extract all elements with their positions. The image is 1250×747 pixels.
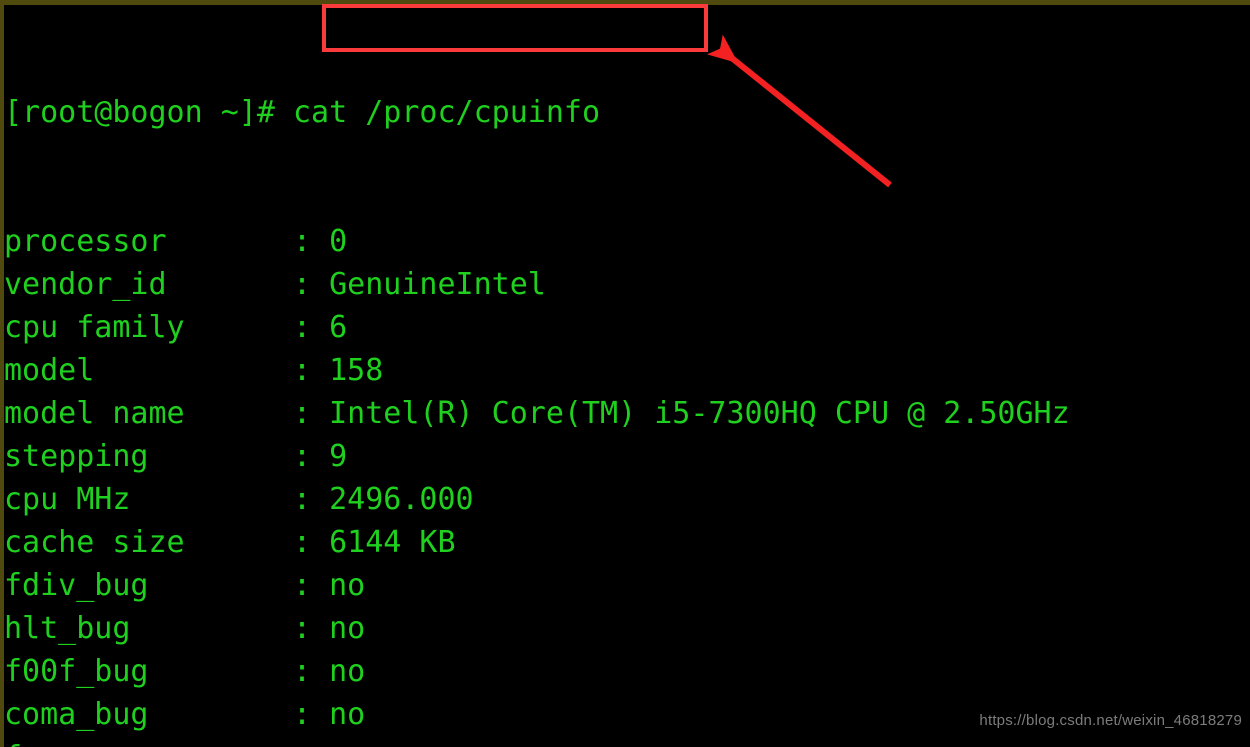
cpuinfo-line-list: processor : 0 vendor_id : GenuineIntel cpu… bbox=[4, 220, 1250, 747]
cpuinfo-line-model: model : 158 bbox=[4, 353, 384, 388]
cpuinfo-line-fpu: fpu : yes bbox=[4, 736, 1250, 747]
cpuinfo-line-model-name: model name : Intel(R) Core(TM) i5-7300HQ… bbox=[4, 396, 1070, 431]
typed-command[interactable]: cat /proc/cpuinfo bbox=[293, 95, 600, 130]
terminal-output-area[interactable]: [root@bogon ~]# cat /proc/cpuinfo proces… bbox=[4, 5, 1250, 747]
cpuinfo-line-cpu-MHz: cpu MHz : 2496.000 bbox=[4, 482, 474, 517]
cpuinfo-line-cache-size: cache size : 6144 KB bbox=[4, 525, 456, 560]
cpuinfo-line-fdiv-bug: fdiv_bug : no bbox=[4, 568, 366, 603]
cpuinfo-line-vendor-id: vendor_id : GenuineIntel bbox=[4, 267, 546, 302]
prompt-line[interactable]: [root@bogon ~]# cat /proc/cpuinfo bbox=[4, 91, 1250, 134]
cpuinfo-line-hlt-bug: hlt_bug : no bbox=[4, 611, 366, 646]
cpuinfo-line-processor: processor : 0 bbox=[4, 224, 348, 259]
cpuinfo-line-stepping: stepping : 9 bbox=[4, 439, 348, 474]
csdn-watermark: https://blog.csdn.net/weixin_46818279 bbox=[979, 712, 1242, 729]
shell-prompt: [root@bogon ~]# bbox=[4, 95, 293, 130]
cpuinfo-line-cpu-family: cpu family : 6 bbox=[4, 310, 348, 345]
cpuinfo-line-f00f-bug: f00f_bug : no bbox=[4, 654, 366, 689]
terminal-window: [root@bogon ~]# cat /proc/cpuinfo proces… bbox=[0, 0, 1250, 747]
